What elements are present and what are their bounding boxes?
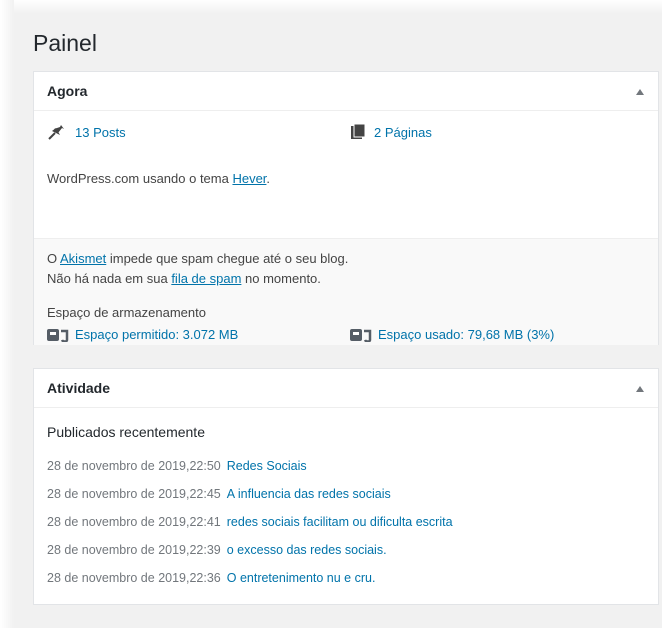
triangle-up-icon[interactable] [636,89,644,95]
storage-title: Espaço de armazenamento [47,305,206,320]
spam-info: Não há nada em sua fila de spam no momen… [47,271,321,286]
activity-title: Atividade [47,380,111,396]
spam-queue-link[interactable]: fila de spam [171,271,241,286]
posts-count-link[interactable]: 13 Posts [47,124,126,140]
database-icon [47,328,69,342]
pin-icon [48,125,64,140]
activity-post-link[interactable]: Redes Sociais [227,459,307,473]
akismet-link[interactable]: Akismet [60,251,106,266]
activity-post-link[interactable]: o excesso das redes sociais. [227,543,387,557]
theme-link[interactable]: Hever [232,171,266,186]
akismet-info: O Akismet impede que spam chegue até o s… [47,251,349,266]
page-title: Painel [33,30,97,56]
storage-used-label: Espaço usado: 79,68 MB (3%) [378,327,555,342]
database-icon [350,328,372,342]
glance-header[interactable]: Agora [34,72,658,111]
pages-count-link[interactable]: 2 Páginas [350,124,432,140]
glance-widget: Agora 13 Posts 2 Páginas WordPress.com u… [33,71,659,345]
akismet-section: O Akismet impede que spam chegue até o s… [34,238,658,345]
recent-published-title: Publicados recentemente [47,424,205,440]
activity-date: 28 de novembro de 2019,22:45 [47,487,221,501]
activity-item: 28 de novembro de 2019,22:36 O entretenim… [47,571,375,585]
posts-count-label: 13 Posts [75,124,126,140]
dashboard-page: Painel Agora 13 Posts 2 Páginas WordPres… [0,0,662,628]
glance-title: Agora [47,83,88,99]
storage-allowed[interactable]: Espaço permitido: 3.072 MB [47,327,238,342]
activity-item: 28 de novembro de 2019,22:50 Redes Sociai… [47,459,307,473]
storage-used[interactable]: Espaço usado: 79,68 MB (3%) [350,327,554,342]
activity-item: 28 de novembro de 2019,22:39 o excesso da… [47,543,387,557]
storage-allowed-label: Espaço permitido: 3.072 MB [75,327,239,342]
activity-date: 28 de novembro de 2019,22:50 [47,459,221,473]
activity-item: 28 de novembro de 2019,22:41 redes sociai… [47,515,453,529]
activity-date: 28 de novembro de 2019,22:36 [47,571,221,585]
activity-post-link[interactable]: redes sociais facilitam ou dificulta esc… [227,515,453,529]
pages-icon [351,124,366,139]
activity-date: 28 de novembro de 2019,22:41 [47,515,221,529]
activity-post-link[interactable]: A influencia das redes sociais [227,487,391,501]
theme-info: WordPress.com usando o tema Hever. [47,171,271,186]
activity-widget: Atividade Publicados recentemente 28 de … [33,368,659,605]
triangle-up-icon[interactable] [636,386,644,392]
activity-header[interactable]: Atividade [34,369,658,408]
activity-post-link[interactable]: O entretenimento nu e cru. [227,571,376,585]
activity-date: 28 de novembro de 2019,22:39 [47,543,221,557]
activity-item: 28 de novembro de 2019,22:45 A influencia… [47,487,391,501]
pages-count-label: 2 Páginas [374,124,432,140]
